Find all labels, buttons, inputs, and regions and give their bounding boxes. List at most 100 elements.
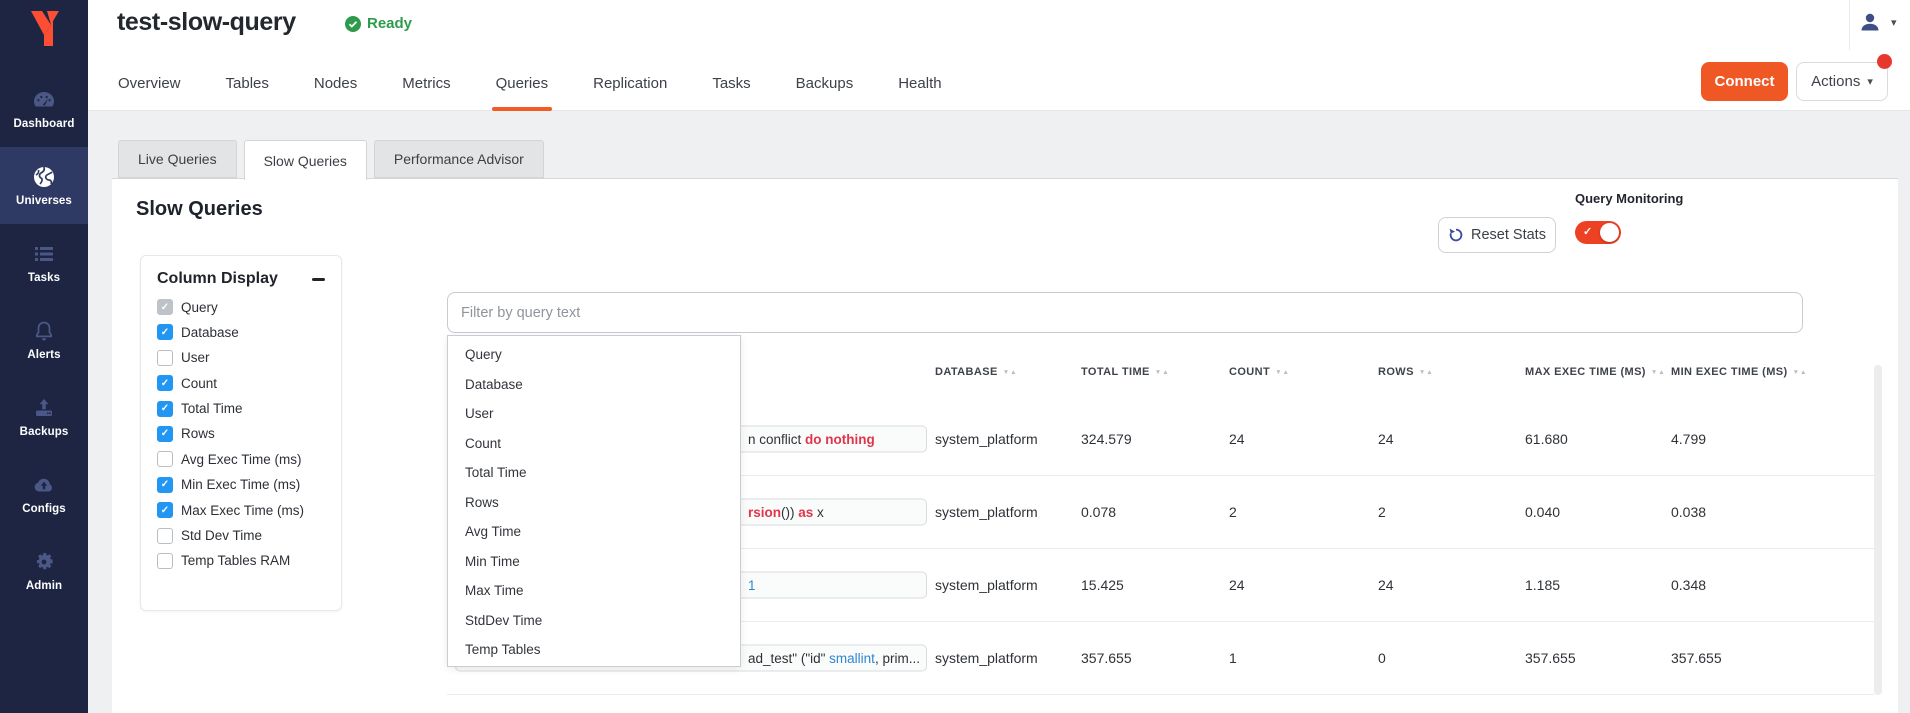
- bell-icon: [32, 319, 56, 343]
- query-text: ad_test" ("id" smallint, prim...: [748, 651, 920, 666]
- column-header-label: MIN EXEC TIME (MS): [1671, 366, 1788, 378]
- column-option-rows[interactable]: ✓Rows: [157, 426, 325, 442]
- dropdown-option-query[interactable]: Query: [448, 340, 740, 370]
- column-header-min-exec-time-ms[interactable]: MIN EXEC TIME (MS)▼▲: [1671, 366, 1807, 378]
- sort-icons: ▼▲: [1275, 369, 1290, 376]
- tab-tables[interactable]: Tables: [226, 55, 269, 111]
- checkbox: ✓: [157, 477, 173, 493]
- user-avatar[interactable]: ▾: [1858, 9, 1897, 35]
- query-token: ad_test" ("id": [748, 651, 829, 666]
- column-option-total-time[interactable]: ✓ Total Time: [157, 401, 325, 417]
- column-header-rows[interactable]: ROWS▼▲: [1378, 366, 1434, 378]
- tab-health[interactable]: Health: [898, 55, 941, 111]
- person-icon: [1858, 9, 1882, 35]
- reset-icon: [1448, 227, 1464, 243]
- dropdown-option-stddev-time[interactable]: StdDev Time: [448, 606, 740, 636]
- max-exec-time-ms-cell: 0.040: [1525, 504, 1560, 520]
- dropdown-options-list: QueryDatabaseUserCountTotal TimeRowsAvg …: [448, 340, 740, 665]
- tab-backups[interactable]: Backups: [796, 55, 854, 111]
- column-option-avg-exec-time-ms[interactable]: Avg Exec Time (ms): [157, 451, 325, 467]
- sidebar-item-configs[interactable]: Configs: [0, 455, 88, 532]
- subtab-live-queries[interactable]: Live Queries: [118, 140, 237, 178]
- sort-icons: ▼▲: [1003, 369, 1018, 376]
- sidebar-item-tasks[interactable]: Tasks: [0, 224, 88, 301]
- dropdown-option-min-time[interactable]: Min Time: [448, 547, 740, 577]
- column-header-database[interactable]: DATABASE▼▲: [935, 366, 1018, 378]
- tab-queries[interactable]: Queries: [496, 55, 549, 111]
- tab-overview[interactable]: Overview: [118, 55, 181, 111]
- dropdown-option-rows[interactable]: Rows: [448, 488, 740, 518]
- sidebar-item-universes[interactable]: Universes: [0, 147, 88, 224]
- query-token: smallint: [829, 651, 875, 666]
- column-option-label: Query: [181, 300, 218, 315]
- column-option-label: Total Time: [181, 401, 243, 416]
- max-exec-time-ms-cell: 357.655: [1525, 650, 1576, 666]
- table-scrollbar[interactable]: [1874, 365, 1882, 695]
- count-cell: 2: [1229, 504, 1237, 520]
- sidebar-item-admin[interactable]: Admin: [0, 532, 88, 609]
- column-option-count[interactable]: ✓Count: [157, 375, 325, 391]
- query-monitoring-toggle[interactable]: ✓: [1575, 221, 1621, 244]
- checkbox: [157, 350, 173, 366]
- column-header-label: TOTAL TIME: [1081, 366, 1150, 378]
- query-text: 1: [748, 578, 756, 593]
- column-option-std-dev-time[interactable]: Std Dev Time: [157, 528, 325, 544]
- dropdown-option-database[interactable]: Database: [448, 370, 740, 400]
- checkbox: ✓: [157, 299, 173, 315]
- sidebar-item-label: Alerts: [27, 349, 60, 361]
- column-option-label: User: [181, 350, 210, 365]
- column-options-list: ✓ Query ✓Database User ✓Count ✓ Total Time ✓Row…: [141, 297, 341, 571]
- column-option-label: Min Exec Time (ms): [181, 477, 300, 492]
- column-header-count[interactable]: COUNT ▼▲: [1229, 366, 1290, 378]
- tab-replication[interactable]: Replication: [593, 55, 667, 111]
- database-cell: system_platform: [935, 431, 1038, 447]
- tab-metrics[interactable]: Metrics: [402, 55, 450, 111]
- checkbox: ✓: [157, 401, 173, 417]
- yugabyte-logo[interactable]: [0, 0, 88, 56]
- column-option-min-exec-time-ms[interactable]: ✓ Min Exec Time (ms): [157, 477, 325, 493]
- column-suggest-dropdown: QueryDatabaseUserCountTotal TimeRowsAvg …: [447, 335, 741, 667]
- checkbox: ✓: [157, 426, 173, 442]
- sidebar-item-dashboard[interactable]: Dashboard: [0, 70, 88, 147]
- column-option-user[interactable]: User: [157, 350, 325, 366]
- subtab-performance-advisor[interactable]: Performance Advisor: [374, 140, 544, 178]
- query-filter-input[interactable]: [447, 292, 1803, 333]
- list-icon: [32, 242, 56, 266]
- connect-button[interactable]: Connect: [1701, 62, 1788, 101]
- reset-stats-label: Reset Stats: [1471, 227, 1546, 243]
- column-header-label: MAX EXEC TIME (MS): [1525, 366, 1646, 378]
- checkbox: ✓: [157, 324, 173, 340]
- chevron-down-icon: ▾: [1891, 16, 1897, 29]
- actions-button[interactable]: Actions ▾: [1796, 62, 1888, 101]
- subtab-slow-queries[interactable]: Slow Queries: [244, 140, 367, 180]
- query-subtabs: Live QueriesSlow QueriesPerformance Advi…: [118, 140, 544, 180]
- sidebar-item-alerts[interactable]: Alerts: [0, 301, 88, 378]
- column-option-label: Max Exec Time (ms): [181, 503, 304, 518]
- query-token: 1: [748, 578, 756, 593]
- column-option-temp-tables-ram[interactable]: Temp Tables RAM: [157, 553, 325, 569]
- query-token: rsion: [748, 505, 781, 520]
- column-header-max-exec-time-ms[interactable]: MAX EXEC TIME (MS) ▼▲: [1525, 366, 1666, 378]
- min-exec-time-ms-cell: 0.038: [1671, 504, 1706, 520]
- column-option-database[interactable]: ✓Database: [157, 324, 325, 340]
- dropdown-option-temp-tables[interactable]: Temp Tables: [448, 635, 740, 665]
- column-header-label: COUNT: [1229, 366, 1270, 378]
- column-option-label: Avg Exec Time (ms): [181, 452, 302, 467]
- globe-icon: [32, 165, 56, 189]
- dropdown-option-user[interactable]: User: [448, 399, 740, 429]
- sort-icons: ▼▲: [1651, 369, 1666, 376]
- dropdown-option-max-time[interactable]: Max Time: [448, 576, 740, 606]
- dropdown-option-avg-time[interactable]: Avg Time: [448, 517, 740, 547]
- tab-tasks[interactable]: Tasks: [712, 55, 750, 111]
- sidebar-item-backups[interactable]: Backups: [0, 378, 88, 455]
- tab-nodes[interactable]: Nodes: [314, 55, 357, 111]
- reset-stats-button[interactable]: Reset Stats: [1438, 217, 1556, 253]
- column-header-total-time[interactable]: TOTAL TIME▼▲: [1081, 366, 1170, 378]
- dropdown-option-count[interactable]: Count: [448, 429, 740, 459]
- dropdown-option-total-time[interactable]: Total Time: [448, 458, 740, 488]
- column-option-max-exec-time-ms[interactable]: ✓Max Exec Time (ms): [157, 502, 325, 518]
- collapse-minus-icon[interactable]: [312, 278, 325, 281]
- sidebar: DashboardUniversesTasks Alerts BackupsConf…: [0, 0, 88, 713]
- column-option-label: Temp Tables RAM: [181, 553, 290, 568]
- min-exec-time-ms-cell: 357.655: [1671, 650, 1722, 666]
